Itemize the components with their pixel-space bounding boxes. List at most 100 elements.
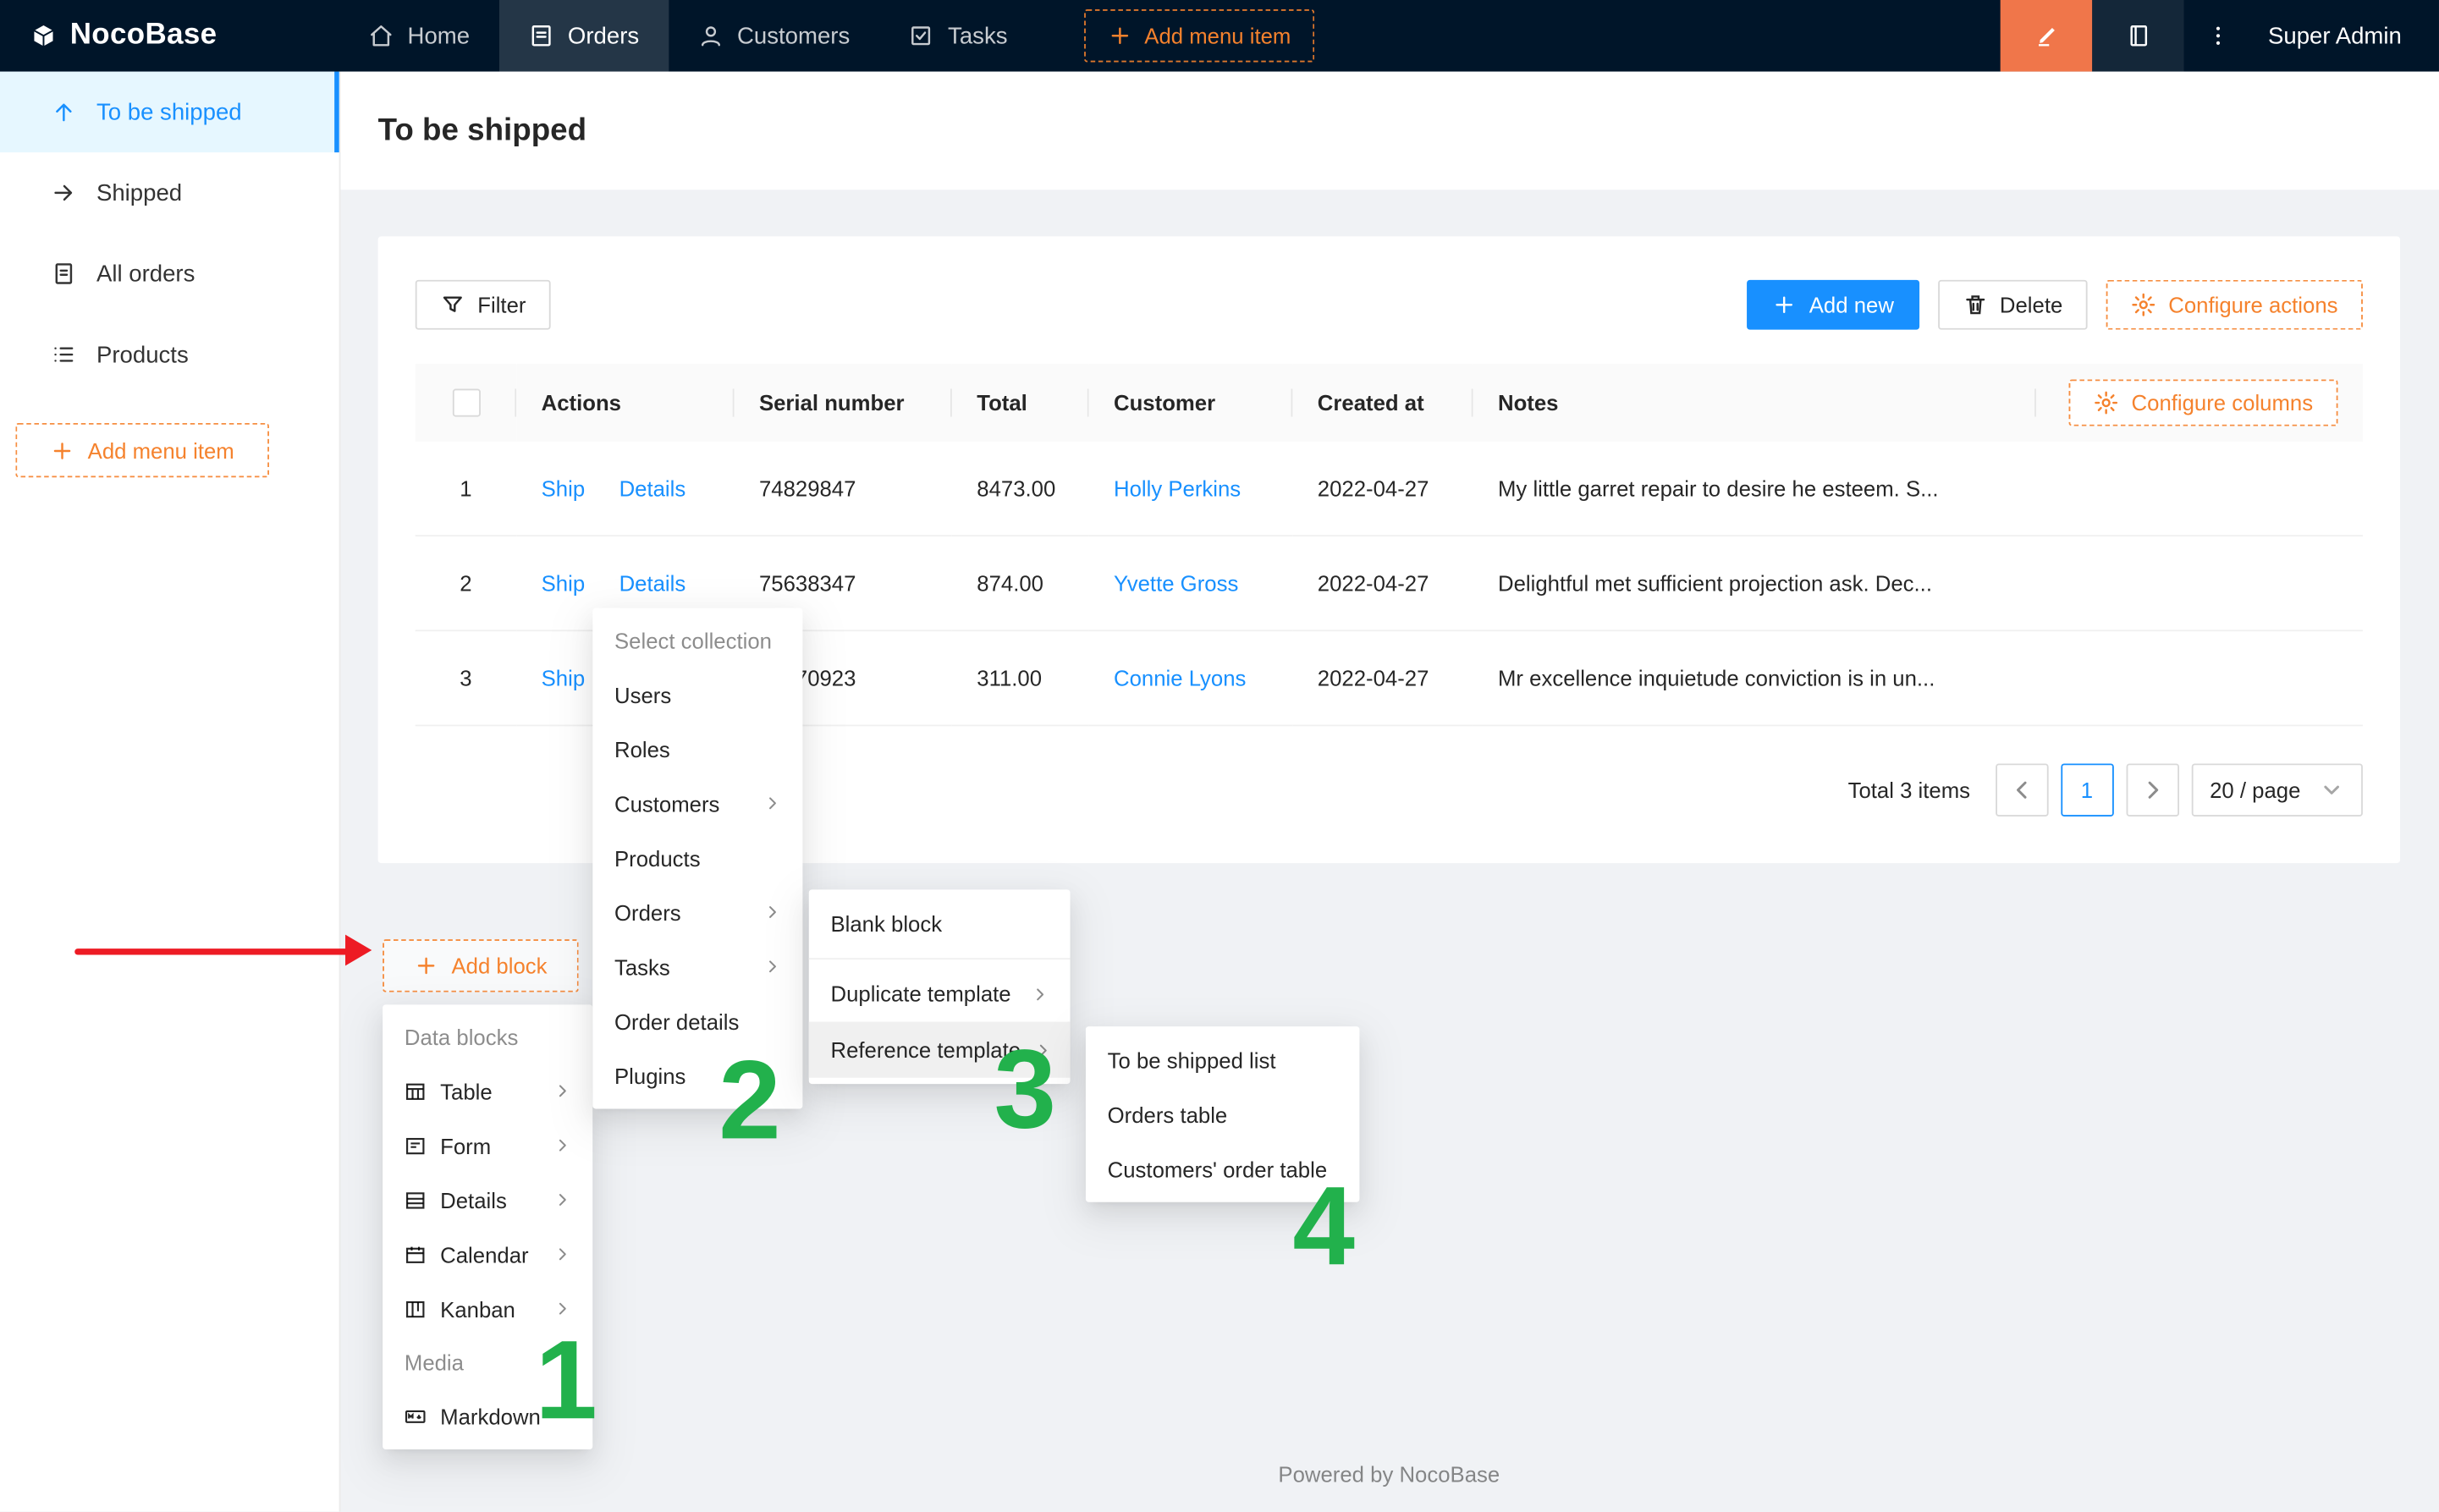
caret-down-icon [2319, 778, 2343, 802]
filter-button[interactable]: Filter [416, 280, 551, 330]
customers-icon [698, 24, 723, 48]
nav-item-tasks[interactable]: Tasks [879, 0, 1037, 72]
nav-item-home[interactable]: Home [339, 0, 499, 72]
sidebar-item-to-be-shipped[interactable]: To be shipped [0, 72, 339, 153]
navbar-right: Super Admin [2001, 0, 2439, 72]
menu-item-label: Products [614, 845, 701, 870]
menu-item-roles[interactable]: Roles [592, 722, 802, 776]
col-header-total: Total [952, 364, 1089, 442]
customer-link[interactable]: Holly Perkins [1114, 476, 1241, 500]
collections-button[interactable] [2092, 0, 2183, 72]
menu-item-label: Duplicate template [830, 981, 1010, 1006]
page-header: To be shipped [339, 72, 2439, 190]
ellipsis-vertical-icon [2205, 24, 2230, 48]
gear-icon [2131, 293, 2155, 317]
configure-columns-label: Configure columns [2132, 390, 2314, 415]
annotation-step-2: 2 [718, 1045, 781, 1157]
nav-item-customers[interactable]: Customers [669, 0, 879, 72]
menu-item-users[interactable]: Users [592, 668, 802, 722]
sidebar-add-menu-item-button[interactable]: Add menu item [15, 423, 269, 477]
add-new-button[interactable]: Add new [1747, 280, 1919, 330]
add-block-button[interactable]: Add block [383, 939, 579, 992]
menu-item-products[interactable]: Products [592, 830, 802, 884]
menu-item-duplicate-template[interactable]: Duplicate template [809, 965, 1071, 1021]
delete-label: Delete [2000, 293, 2062, 317]
plus-icon [414, 954, 438, 978]
ship-link[interactable]: Ship [542, 476, 586, 500]
details-link[interactable]: Details [619, 571, 686, 596]
cell-created: 2022-04-27 [1292, 442, 1473, 536]
details-link[interactable]: Details [619, 476, 686, 500]
cell-created: 2022-04-27 [1292, 630, 1473, 725]
sidebar-item-shipped[interactable]: Shipped [0, 152, 339, 234]
menu-item-customers[interactable]: Customers [592, 776, 802, 830]
configure-actions-button[interactable]: Configure actions [2106, 280, 2363, 330]
navbar-add-menu-item-button[interactable]: Add menu item [1084, 9, 1314, 62]
filter-icon [440, 293, 465, 317]
nav-item-orders[interactable]: Orders [499, 0, 669, 72]
menu-item-calendar[interactable]: Calendar [383, 1227, 592, 1281]
tasks-icon [909, 24, 933, 48]
menu-item-blank-block[interactable]: Blank block [809, 896, 1071, 952]
chevron-right-icon [1032, 985, 1049, 1002]
sidebar-item-label: Products [96, 341, 189, 367]
trash-icon [1963, 293, 1987, 317]
sidebar-item-products[interactable]: Products [0, 314, 339, 395]
user-menu[interactable]: Super Admin [2253, 23, 2439, 49]
select-all-checkbox[interactable] [452, 389, 480, 417]
menu-item-label: Orders [614, 899, 681, 924]
ship-link[interactable]: Ship [542, 666, 586, 690]
sidebar-item-all-orders[interactable]: All orders [0, 234, 339, 315]
configure-columns-button[interactable]: Configure columns [2069, 379, 2337, 426]
col-header-serial: Serial number [735, 364, 952, 442]
pagination-prev-button[interactable] [1995, 763, 2047, 816]
pagination-page-1[interactable]: 1 [2061, 763, 2113, 816]
details-icon [405, 1189, 427, 1211]
page-title: To be shipped [378, 113, 586, 148]
menu-item-orders[interactable]: Orders [592, 885, 802, 939]
menu-item-tasks[interactable]: Tasks [592, 939, 802, 993]
select-all-header [416, 364, 516, 442]
plus-icon [1772, 293, 1797, 317]
cell-customer: Connie Lyons [1089, 630, 1293, 725]
ui-editor-button[interactable] [2001, 0, 2092, 72]
cell-blank [2036, 630, 2363, 725]
menu-item-label: Kanban [440, 1296, 515, 1321]
menu-item-table[interactable]: Table [383, 1064, 592, 1118]
menu-item-label: Calendar [440, 1242, 528, 1267]
ship-link[interactable]: Ship [542, 571, 586, 596]
customer-link[interactable]: Connie Lyons [1114, 666, 1246, 690]
configure-actions-label: Configure actions [2168, 293, 2337, 317]
brand[interactable]: NocoBase [0, 19, 339, 52]
menu-item-label: Markdown [440, 1404, 541, 1428]
more-menu-button[interactable] [2184, 0, 2253, 72]
sidebar-item-label: Shipped [96, 179, 182, 206]
menu-item-details[interactable]: Details [383, 1173, 592, 1227]
nav-item-label: Tasks [948, 23, 1007, 49]
top-navbar: NocoBase Home Orders Customers Tasks [0, 0, 2439, 72]
menu-item-form[interactable]: Form [383, 1119, 592, 1173]
page-size-select[interactable]: 20 / page [2191, 763, 2363, 816]
menu-item-label: Orders table [1108, 1102, 1228, 1126]
add-block-label: Add block [451, 954, 547, 978]
menu-item-to-be-shipped-list[interactable]: To be shipped list [1086, 1032, 1359, 1086]
row-actions: Ship Details [516, 442, 734, 536]
chevron-right-icon [2139, 778, 2164, 802]
customer-link[interactable]: Yvette Gross [1114, 571, 1238, 596]
delete-button[interactable]: Delete [1937, 280, 2087, 330]
menu-item-orders-table[interactable]: Orders table [1086, 1087, 1359, 1141]
table-icon [405, 1080, 427, 1102]
highlighter-icon [2034, 24, 2058, 48]
page-size-value: 20 / page [2210, 778, 2300, 802]
annotation-arrow-head [345, 935, 372, 966]
nav-item-label: Home [408, 23, 471, 49]
annotation-step-4: 4 [1292, 1171, 1355, 1283]
table-toolbar: Filter Add new De [416, 280, 2363, 330]
chevron-right-icon [553, 1300, 570, 1317]
cell-customer: Holly Perkins [1089, 442, 1293, 536]
menu-item-label: Order details [614, 1009, 739, 1033]
pagination-next-button[interactable] [2126, 763, 2178, 816]
row-index: 2 [416, 536, 516, 630]
cell-blank [2036, 442, 2363, 536]
brand-name: NocoBase [70, 19, 217, 52]
